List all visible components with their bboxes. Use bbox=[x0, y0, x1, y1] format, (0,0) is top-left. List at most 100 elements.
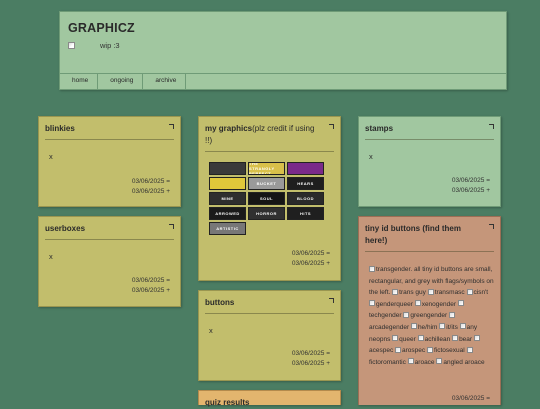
tiny-id-item: arcadegender bbox=[369, 323, 410, 331]
broken-image-icon bbox=[466, 346, 473, 353]
tiny-id-item: transmasc bbox=[434, 289, 465, 297]
created-date: 03/06/2025 = bbox=[131, 178, 170, 185]
broken-image-icon bbox=[369, 265, 375, 272]
tiny-id-item: he/him bbox=[417, 323, 438, 331]
graphic-button[interactable]: HITS bbox=[287, 207, 324, 220]
card-title-main: my graphics bbox=[205, 124, 253, 133]
collapse-icon[interactable] bbox=[169, 124, 174, 129]
updated-date: 03/06/2025 + bbox=[451, 187, 490, 194]
broken-image-icon bbox=[459, 323, 466, 330]
card-dates: 03/06/2025 = 03/06/2025 + bbox=[292, 249, 330, 269]
card-dates: 03/06/2025 = 03/06/2025 + bbox=[132, 276, 170, 296]
tiny-id-list: transgender. all tiny id buttons are sma… bbox=[365, 252, 494, 368]
graphics-grid: THE STRANGLY PERFECT BUCKET HEARS MINE SOUL B… bbox=[205, 152, 334, 235]
graphic-button[interactable]: BLOOD bbox=[287, 192, 324, 205]
nav-ongoing[interactable]: ongoing bbox=[98, 74, 144, 89]
my-graphics-card: my graphics(plz credit if using !!) THE … bbox=[198, 116, 341, 281]
created-date: 03/06/2025 = bbox=[451, 395, 490, 402]
created-date: 03/06/2025 = bbox=[291, 350, 330, 357]
broken-image-icon bbox=[395, 346, 402, 353]
card-body: x bbox=[49, 252, 53, 261]
tiny-id-item: achillean bbox=[424, 335, 451, 343]
tiny-id-item: acespec bbox=[369, 347, 394, 355]
blinkies-card: blinkies x 03/06/2025 = 03/06/2025 + bbox=[38, 116, 181, 207]
card-title: tiny id buttons (find them here!) bbox=[365, 224, 461, 245]
broken-image-icon bbox=[407, 358, 414, 365]
card-title: userboxes bbox=[45, 224, 86, 233]
created-date: 03/06/2025 = bbox=[131, 277, 170, 284]
broken-image-icon bbox=[68, 42, 75, 49]
collapse-icon[interactable] bbox=[169, 224, 174, 229]
broken-image-icon bbox=[449, 311, 456, 318]
broken-image-icon bbox=[427, 288, 434, 295]
tiny-id-item: trans guy bbox=[399, 289, 426, 297]
graphic-button[interactable]: SOUL bbox=[248, 192, 285, 205]
graphic-button[interactable]: BUCKET bbox=[248, 177, 285, 190]
collapse-icon[interactable] bbox=[329, 298, 334, 303]
nav-home[interactable]: home bbox=[60, 74, 99, 89]
collapse-icon[interactable] bbox=[489, 224, 494, 229]
card-title: quiz results bbox=[205, 398, 250, 407]
tiny-id-item: angled aroace bbox=[443, 358, 485, 366]
tiny-id-item: arospec bbox=[402, 347, 426, 355]
broken-image-icon bbox=[414, 300, 421, 307]
status-text: wip :3 bbox=[100, 41, 120, 50]
broken-image-icon bbox=[392, 288, 399, 295]
graphic-button[interactable] bbox=[287, 162, 324, 175]
userboxes-card: userboxes x 03/06/2025 = 03/06/2025 + bbox=[38, 216, 181, 307]
graphic-button[interactable]: MINE bbox=[209, 192, 246, 205]
graphic-button[interactable]: HEARS bbox=[287, 177, 324, 190]
tiny-id-item: it/its bbox=[446, 323, 458, 331]
graphic-button[interactable]: ARROWED bbox=[209, 207, 246, 220]
tiny-id-item: queer bbox=[399, 335, 416, 343]
broken-image-icon bbox=[466, 288, 473, 295]
updated-date: 03/06/2025 + bbox=[291, 260, 330, 267]
card-dates: 03/06/2025 = bbox=[452, 394, 490, 404]
status-line: wip :3 bbox=[68, 41, 120, 50]
tiny-id-buttons-card: tiny id buttons (find them here!) transg… bbox=[358, 216, 501, 405]
graphic-button[interactable] bbox=[209, 177, 246, 190]
tiny-id-item: fictosexual bbox=[433, 347, 465, 355]
graphic-button[interactable]: ARTISTIC bbox=[209, 222, 246, 235]
stamps-card: stamps x 03/06/2025 = 03/06/2025 + bbox=[358, 116, 501, 207]
card-title: blinkies bbox=[45, 124, 75, 133]
tiny-id-item: xenogender bbox=[421, 300, 457, 308]
nav-bar: home ongoing archive bbox=[60, 73, 506, 89]
updated-date: 03/06/2025 + bbox=[131, 188, 170, 195]
broken-image-icon bbox=[426, 346, 433, 353]
graphic-button[interactable] bbox=[209, 162, 246, 175]
broken-image-icon bbox=[417, 335, 424, 342]
card-title: buttons bbox=[205, 298, 235, 307]
graphic-button[interactable]: THE STRANGLY PERFECT bbox=[248, 162, 285, 175]
broken-image-icon bbox=[457, 300, 464, 307]
created-date: 03/06/2025 = bbox=[291, 250, 330, 257]
site-title: GRAPHICZ bbox=[68, 21, 135, 35]
nav-archive[interactable]: archive bbox=[143, 74, 187, 89]
broken-image-icon bbox=[410, 323, 417, 330]
graphic-button[interactable]: HORROR bbox=[248, 207, 285, 220]
tiny-id-item: aroace bbox=[414, 358, 435, 366]
created-date: 03/06/2025 = bbox=[451, 177, 490, 184]
card-title: stamps bbox=[365, 124, 394, 133]
broken-image-icon bbox=[436, 358, 443, 365]
broken-image-icon bbox=[369, 300, 375, 307]
card-title: my graphics(plz credit if using !!) bbox=[205, 123, 334, 147]
card-dates: 03/06/2025 = 03/06/2025 + bbox=[452, 176, 490, 196]
broken-image-icon bbox=[403, 311, 410, 318]
tiny-id-item: techgender bbox=[369, 312, 402, 320]
broken-image-icon bbox=[452, 335, 459, 342]
collapse-icon[interactable] bbox=[489, 124, 494, 129]
card-body: x bbox=[209, 326, 213, 335]
collapse-icon[interactable] bbox=[329, 124, 334, 129]
card-body: x bbox=[49, 152, 53, 161]
updated-date: 03/06/2025 + bbox=[131, 287, 170, 294]
broken-image-icon bbox=[473, 335, 480, 342]
card-body: x bbox=[369, 152, 373, 161]
tiny-id-item: cisn't bbox=[473, 289, 489, 297]
tiny-id-item: bear bbox=[459, 335, 473, 343]
broken-image-icon bbox=[392, 335, 399, 342]
tiny-id-item: fictoromantic bbox=[369, 358, 406, 366]
card-dates: 03/06/2025 = 03/06/2025 + bbox=[292, 349, 330, 369]
broken-image-icon bbox=[439, 323, 446, 330]
card-dates: 03/06/2025 = 03/06/2025 + bbox=[132, 177, 170, 197]
